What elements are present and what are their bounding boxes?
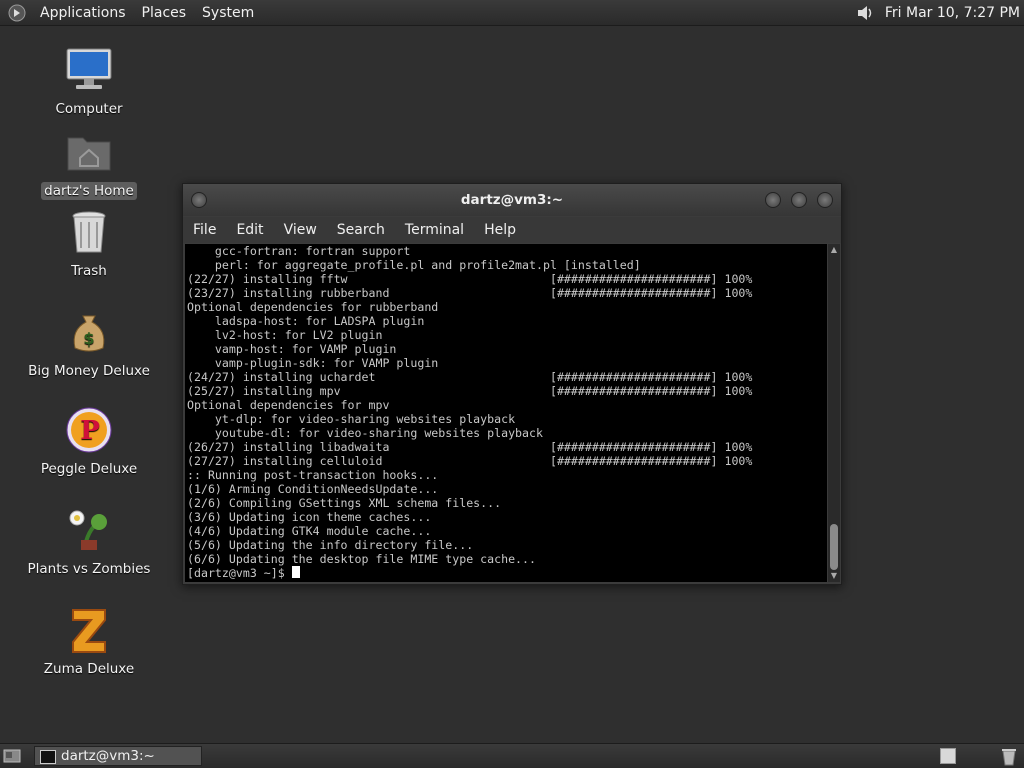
desktop-icon-plants-vs-zombies[interactable]: Plants vs Zombies <box>24 506 154 578</box>
minimize-button[interactable] <box>765 192 781 208</box>
scrollbar-thumb[interactable] <box>830 524 838 570</box>
taskbar-button-label: dartz@vm3:~ <box>61 748 155 764</box>
terminal-line: perl: for aggregate_profile.pl and profi… <box>187 258 641 272</box>
scroll-up-icon[interactable]: ▲ <box>830 246 838 254</box>
terminal-line: Optional dependencies for rubberband <box>187 300 439 314</box>
desktop-icon-label: Peggle Deluxe <box>40 461 138 477</box>
svg-text:$: $ <box>83 329 94 348</box>
maximize-button[interactable] <box>791 192 807 208</box>
desktop-icon-home[interactable]: dartz's Home <box>24 128 154 200</box>
terminal-line: (2/6) Compiling GSettings XML schema fil… <box>187 496 502 510</box>
terminal-line: youtube-dl: for video-sharing websites p… <box>187 426 543 440</box>
plants-vs-zombies-icon <box>69 510 107 550</box>
desktop-icon-computer[interactable]: Computer <box>24 46 154 118</box>
terminal-line: vamp-host: for VAMP plugin <box>187 342 397 356</box>
applications-menu[interactable]: Applications <box>32 5 134 21</box>
show-desktop-icon[interactable] <box>3 747 21 765</box>
terminal-output[interactable]: gcc-fortran: fortran support perl: for a… <box>185 244 827 582</box>
places-menu[interactable]: Places <box>134 5 195 21</box>
window-title: dartz@vm3:~ <box>460 192 564 208</box>
terminal-line: (6/6) Updating the desktop file MIME typ… <box>187 552 537 566</box>
terminal-line: (4/6) Updating GTK4 module cache... <box>187 524 432 538</box>
terminal-line: (24/27) installing uchardet [###########… <box>187 370 753 384</box>
terminal-line: ladspa-host: for LADSPA plugin <box>187 314 425 328</box>
desktop-icon-zuma[interactable]: Zuma Deluxe <box>24 606 154 678</box>
terminal-menubar: File Edit View Search Terminal Help <box>183 217 841 243</box>
menu-view[interactable]: View <box>274 222 327 238</box>
gnome-foot-icon[interactable] <box>8 4 26 22</box>
desktop-icon-label: Trash <box>71 263 107 279</box>
trash-applet-icon[interactable] <box>1000 746 1018 766</box>
terminal-line: (1/6) Arming ConditionNeedsUpdate... <box>187 482 439 496</box>
close-button[interactable] <box>817 192 833 208</box>
menu-edit[interactable]: Edit <box>226 222 273 238</box>
terminal-line: (25/27) installing mpv [################… <box>187 384 753 398</box>
desktop-icon-label: Zuma Deluxe <box>43 661 135 677</box>
desktop-icon-label: Plants vs Zombies <box>27 561 151 577</box>
terminal-line: (27/27) installing celluloid [##########… <box>187 454 753 468</box>
desktop-icon-label: Big Money Deluxe <box>28 363 150 379</box>
window-menu-icon[interactable] <box>191 192 207 208</box>
computer-icon <box>66 48 112 89</box>
menu-help[interactable]: Help <box>474 222 526 238</box>
svg-text:P: P <box>80 416 100 446</box>
menu-file[interactable]: File <box>183 222 226 238</box>
terminal-line: :: Running post-transaction hooks... <box>187 468 439 482</box>
terminal-line: yt-dlp: for video-sharing websites playb… <box>187 412 516 426</box>
terminal-line: (5/6) Updating the info directory file..… <box>187 538 474 552</box>
terminal-scrollbar[interactable]: ▲ ▼ <box>828 244 840 582</box>
desktop-icon-label: dartz's Home <box>41 182 137 200</box>
volume-icon[interactable] <box>855 3 875 23</box>
bottom-panel: dartz@vm3:~ <box>0 743 1024 768</box>
menu-terminal[interactable]: Terminal <box>395 222 474 238</box>
terminal-icon <box>40 750 56 764</box>
top-panel: Applications Places System Fri Mar 10, 7… <box>0 0 1024 26</box>
money-bag-icon: $ <box>73 315 105 352</box>
desktop-icon-peggle[interactable]: P Peggle Deluxe <box>24 406 154 478</box>
trash-icon <box>72 211 106 253</box>
desktop-icon-trash[interactable]: Trash <box>24 208 154 280</box>
terminal-prompt: [dartz@vm3 ~]$ <box>187 566 292 580</box>
terminal-line: vamp-plugin-sdk: for VAMP plugin <box>187 356 439 370</box>
terminal-line: (22/27) installing fftw [###############… <box>187 272 753 286</box>
terminal-line: gcc-fortran: fortran support <box>187 244 411 258</box>
terminal-line: (3/6) Updating icon theme caches... <box>187 510 432 524</box>
zuma-icon <box>72 609 106 653</box>
terminal-line: lv2-host: for LV2 plugin <box>187 328 383 342</box>
terminal-line: (23/27) installing rubberband [#########… <box>187 286 753 300</box>
home-folder-icon <box>67 137 111 171</box>
terminal-window[interactable]: dartz@vm3:~ File Edit View Search Termin… <box>182 183 842 585</box>
menu-search[interactable]: Search <box>327 222 395 238</box>
taskbar-button-terminal[interactable]: dartz@vm3:~ <box>34 746 202 766</box>
window-titlebar[interactable]: dartz@vm3:~ <box>183 184 841 216</box>
terminal-line: Optional dependencies for mpv <box>187 398 390 412</box>
peggle-icon: P <box>66 407 112 453</box>
text-cursor <box>291 566 300 578</box>
desktop-icon-big-money[interactable]: $ Big Money Deluxe <box>24 308 154 380</box>
clock[interactable]: Fri Mar 10, 7:27 PM <box>885 5 1020 21</box>
scroll-down-icon[interactable]: ▼ <box>830 572 838 580</box>
terminal-prompt-line[interactable]: [dartz@vm3 ~]$ <box>187 566 827 580</box>
system-menu[interactable]: System <box>194 5 262 21</box>
workspace-switcher[interactable] <box>940 748 956 764</box>
desktop-icon-label: Computer <box>55 101 123 117</box>
terminal-line: (26/27) installing libadwaita [#########… <box>187 440 753 454</box>
